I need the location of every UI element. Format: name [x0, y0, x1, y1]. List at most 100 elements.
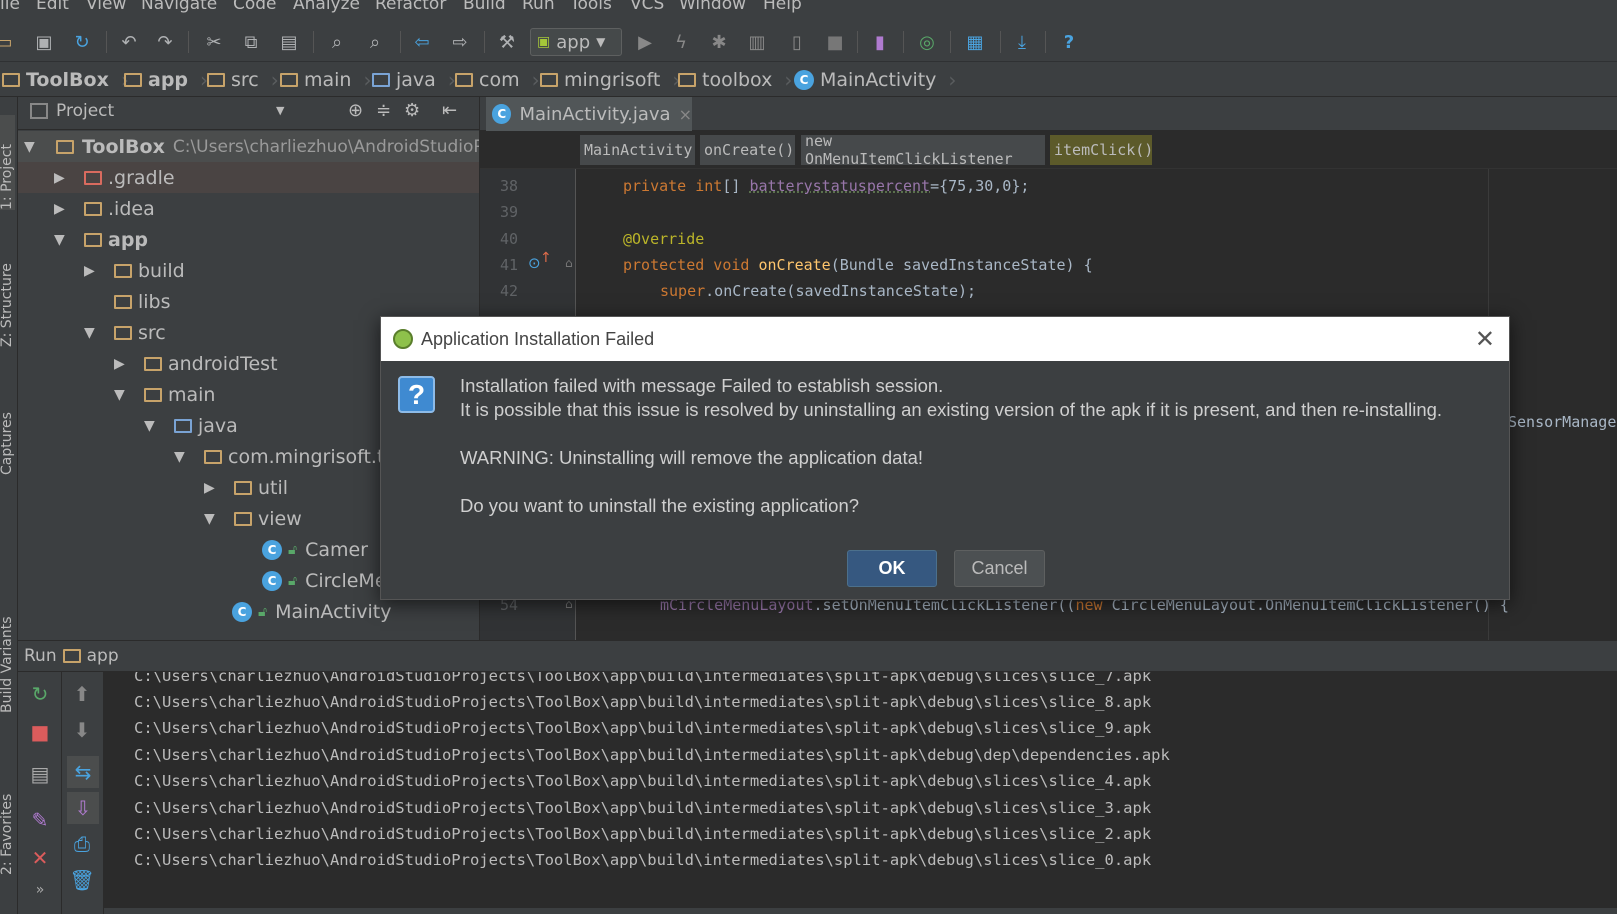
run-panel-config[interactable]: app [87, 646, 119, 666]
clear-all-icon[interactable]: 🗑︎ [69, 868, 94, 892]
editor-crumb-listener[interactable]: new OnMenuItemClickListener [801, 132, 1045, 168]
help-icon[interactable]: ? [1057, 30, 1081, 54]
breadcrumb-com[interactable]: com › [455, 68, 540, 92]
menu-run[interactable]: Run [522, 0, 555, 14]
console-line: C:\Users\charliezhuo\AndroidStudioProjec… [134, 799, 1152, 817]
forward-icon[interactable]: ⇨ [448, 30, 472, 54]
open-folder-icon[interactable]: ▭ [0, 30, 16, 54]
breadcrumb-toolbox-pkg[interactable]: toolbox › [678, 68, 792, 92]
find-icon[interactable]: ⌕ [325, 30, 349, 54]
tab-build-variants[interactable]: Build Variants [0, 603, 15, 713]
console-horizontal-scrollbar[interactable] [104, 908, 1617, 914]
stop-icon[interactable]: ■ [823, 30, 847, 54]
project-view-label[interactable]: Project [56, 101, 114, 121]
pin-icon[interactable]: ✎ [28, 808, 52, 832]
breadcrumb-toolbox[interactable]: ToolBox › [2, 68, 129, 92]
menu-file[interactable]: ile [0, 0, 20, 14]
module-folder-icon [84, 232, 102, 247]
tab-favorites[interactable]: 2: Favorites [0, 775, 15, 875]
redo-icon[interactable]: ↷ [153, 30, 177, 54]
chevron-right-icon: › [270, 68, 279, 92]
breadcrumb-app[interactable]: app › [124, 68, 208, 92]
replace-icon[interactable]: ⌕ [363, 30, 387, 54]
rerun-icon[interactable]: ↻ [28, 682, 52, 706]
editor-crumb-class[interactable]: MainActivity [580, 135, 695, 165]
line-number: 40 [499, 230, 518, 248]
tree-item-idea[interactable]: ▶ .idea [18, 193, 479, 224]
close-icon[interactable]: ✕ [28, 846, 52, 870]
tree-item-libs[interactable]: libs [18, 286, 479, 317]
ok-button[interactable]: OK [847, 550, 937, 587]
breadcrumb-main[interactable]: main › [280, 68, 371, 92]
apply-changes-icon[interactable]: ϟ [669, 30, 693, 54]
cancel-button[interactable]: Cancel [954, 550, 1045, 587]
debug-icon[interactable]: ✱ [707, 30, 731, 54]
stop-icon[interactable]: ■ [28, 720, 52, 744]
cut-icon[interactable]: ✂ [202, 30, 226, 54]
chevron-down-icon[interactable]: ▼ [276, 104, 284, 117]
copy-icon[interactable]: ⧉ [239, 30, 263, 54]
hide-panel-icon[interactable]: ⇤ [442, 100, 457, 121]
menu-window[interactable]: Window [679, 0, 746, 14]
gradle-sync-icon[interactable]: ◎ [915, 30, 939, 54]
arrow-down-icon[interactable]: ⬇ [70, 718, 94, 742]
sync-icon[interactable]: ↻ [70, 30, 94, 54]
soft-wrap-icon[interactable]: ⇆ [67, 756, 99, 788]
run-config-select[interactable]: ▣ app ▼ [530, 28, 622, 56]
arrow-up-icon[interactable]: ⬆ [70, 682, 94, 706]
menu-code[interactable]: Code [233, 0, 277, 14]
paste-icon[interactable]: ▤ [277, 30, 301, 54]
toolbar-separator [1045, 31, 1046, 53]
tree-item-mainactivity[interactable]: C 🔓︎ MainActivity [18, 596, 479, 627]
breadcrumb-java[interactable]: java › [372, 68, 456, 92]
build-hammer-icon[interactable]: ⚒ [495, 30, 519, 54]
collapse-all-icon[interactable]: ≑ [376, 100, 391, 121]
scroll-to-end-icon[interactable]: ⇩ [67, 792, 99, 824]
menu-tools[interactable]: Tools [570, 0, 612, 14]
folder-icon [144, 387, 162, 402]
menu-navigate[interactable]: Navigate [141, 0, 217, 14]
fold-icon[interactable]: ⌂ [565, 256, 573, 270]
tree-item-build[interactable]: ▶ build [18, 255, 479, 286]
close-tab-icon[interactable]: × [679, 105, 692, 124]
project-structure-icon[interactable]: ▦ [963, 30, 987, 54]
override-method-icon[interactable]: ⊙ [528, 254, 541, 272]
menu-edit[interactable]: Edit [36, 0, 69, 14]
toolbar-separator [484, 31, 485, 53]
breadcrumb-src[interactable]: src › [207, 68, 279, 92]
print-icon[interactable]: ⎙ [70, 832, 94, 856]
undo-icon[interactable]: ↶ [117, 30, 141, 54]
tab-structure[interactable]: Z: Structure [0, 247, 15, 347]
tab-mainactivity-java[interactable]: C MainActivity.java × [486, 97, 692, 131]
tree-item-toolbox[interactable]: ▼ ToolBox C:\Users\charliezhuo\AndroidStud… [18, 131, 479, 162]
editor-crumb-itemclick[interactable]: itemClick() [1050, 135, 1153, 165]
tree-item-gradle[interactable]: ▶ .gradle [18, 162, 479, 193]
settings-gear-icon[interactable]: ⚙ [404, 100, 420, 121]
breadcrumb-mingrisoft[interactable]: mingrisoft › [540, 68, 680, 92]
menu-build[interactable]: Build [463, 0, 506, 14]
run-console[interactable]: C:\Users\charliezhuo\AndroidStudioProjec… [104, 672, 1617, 908]
scroll-from-source-icon[interactable]: ⊕ [348, 100, 363, 121]
run-icon[interactable]: ▶ [633, 30, 657, 54]
menu-help[interactable]: Help [763, 0, 802, 14]
avd-manager-icon[interactable]: ▮ [868, 30, 892, 54]
menu-refactor[interactable]: Refactor [375, 0, 446, 14]
code-token: private int [623, 177, 723, 195]
editor-crumb-method[interactable]: onCreate() [700, 135, 795, 165]
tree-item-app[interactable]: ▼ app [18, 224, 479, 255]
breadcrumb-mainactivity[interactable]: C MainActivity › [794, 68, 956, 92]
tab-project[interactable]: 1: Project [0, 115, 15, 210]
layout-icon[interactable]: ▤ [28, 762, 52, 786]
attach-debugger-icon[interactable]: ▯ [785, 30, 809, 54]
menu-vcs[interactable]: VCS [630, 0, 664, 14]
profile-icon[interactable]: ▥ [745, 30, 769, 54]
sdk-manager-icon[interactable]: ⤓ [1010, 30, 1034, 54]
menu-view[interactable]: View [86, 0, 126, 14]
close-icon[interactable]: ✕ [1475, 327, 1495, 351]
tab-captures[interactable]: Captures [0, 395, 15, 475]
more-icon[interactable]: » [28, 878, 52, 902]
back-icon[interactable]: ⇦ [410, 30, 434, 54]
run-toolbar-secondary: ⬆ ⬇ ⇆ ⇩ ⎙ 🗑︎ [62, 672, 104, 914]
menu-analyze[interactable]: Analyze [293, 0, 360, 14]
save-icon[interactable]: ▣ [32, 30, 56, 54]
